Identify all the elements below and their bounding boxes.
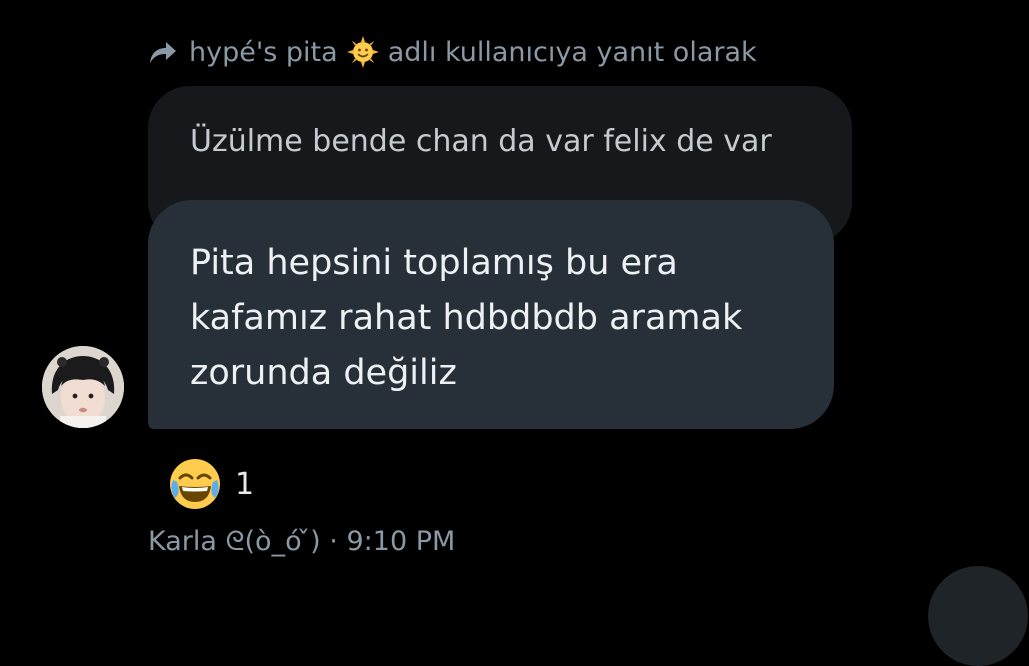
message-text: Pita hepsini toplamış bu era kafamız rah… bbox=[190, 243, 743, 393]
message-time: 9:10 PM bbox=[346, 526, 456, 557]
reply-username[interactable]: hypé's pita bbox=[189, 37, 338, 68]
message-meta: Karla ᘓ(ò_ó ̌) · 9:10 PM bbox=[148, 526, 455, 558]
message-bubble[interactable]: Pita hepsini toplamış bu era kafamız rah… bbox=[148, 200, 834, 429]
floating-action-button[interactable] bbox=[928, 566, 1028, 666]
reaction-count: 1 bbox=[235, 466, 255, 502]
reply-suffix: adlı kullanıcıya yanıt olarak bbox=[387, 36, 757, 68]
reply-context[interactable]: hypé's pita adlı kullanıcıya yanıt olara… bbox=[145, 30, 757, 74]
quoted-message-text: Üzülme bende chan da var felix de var bbox=[190, 124, 772, 159]
reaction-pill[interactable]: 1 bbox=[167, 456, 254, 512]
avatar[interactable] bbox=[42, 346, 124, 428]
reply-arrow-icon bbox=[145, 35, 179, 69]
meta-separator: · bbox=[329, 526, 338, 557]
face-with-tears-of-joy-icon bbox=[167, 456, 223, 512]
sun-with-face-icon bbox=[346, 35, 380, 69]
sender-name[interactable]: Karla ᘓ(ò_ó ̌) bbox=[148, 526, 321, 557]
